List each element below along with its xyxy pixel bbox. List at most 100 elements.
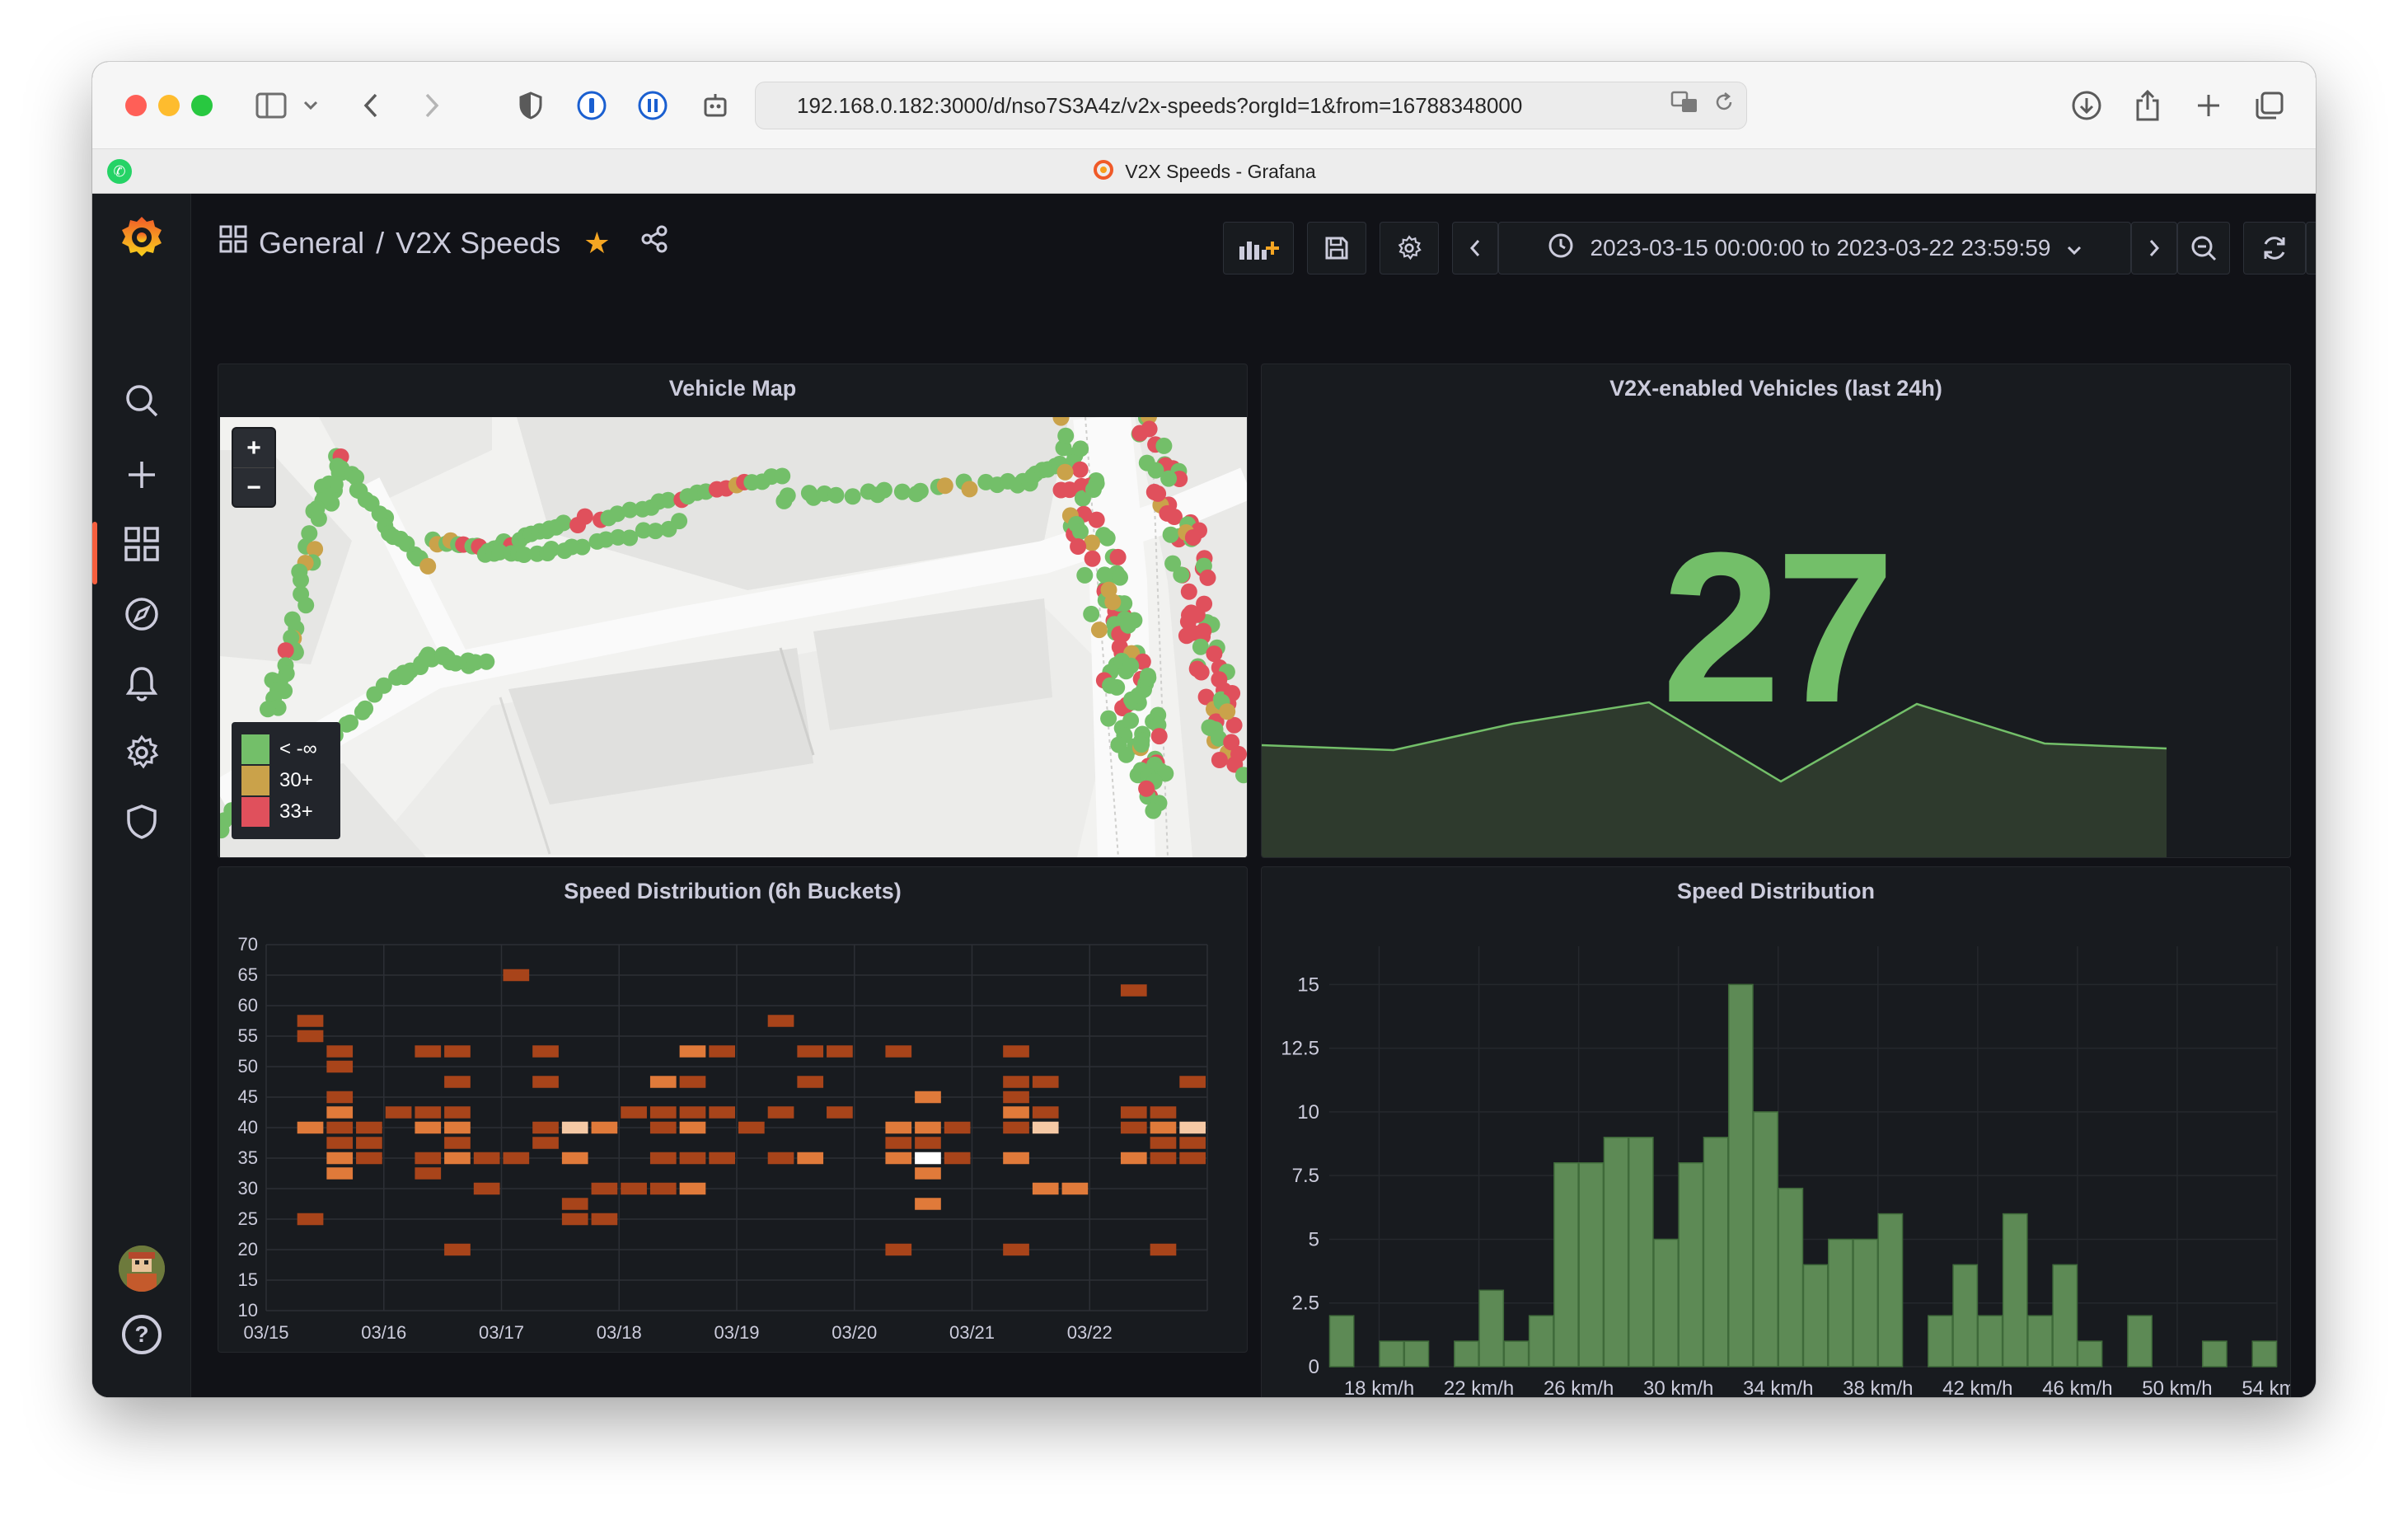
downloads-icon[interactable] bbox=[2068, 85, 2105, 126]
address-bar[interactable]: 192.168.0.182:3000/d/nso7S3A4z/v2x-speed… bbox=[755, 82, 1747, 129]
close-window-button[interactable] bbox=[125, 95, 147, 116]
y-tick-label: 30 bbox=[238, 1178, 258, 1199]
robot-extension-icon[interactable] bbox=[697, 85, 733, 126]
nav-explore-icon[interactable] bbox=[92, 587, 191, 641]
share-dashboard-icon[interactable] bbox=[640, 225, 668, 260]
favorite-star-icon[interactable]: ★ bbox=[583, 226, 610, 260]
time-range-picker[interactable]: 2023-03-15 00:00:00 to 2023-03-22 23:59:… bbox=[1498, 222, 2131, 274]
new-tab-icon[interactable] bbox=[2190, 85, 2227, 126]
time-shift-back-button[interactable] bbox=[1452, 222, 1498, 274]
chevron-down-icon[interactable] bbox=[298, 85, 323, 126]
back-icon[interactable] bbox=[354, 85, 387, 126]
vehicle-marker bbox=[911, 482, 929, 500]
heatmap-chart[interactable]: 10 15 20 25 30 35 40 45 50 55 60 65 70 03/15 03/16 03/1… bbox=[218, 867, 1248, 1353]
x-tick-label: 03/21 bbox=[949, 1322, 995, 1343]
panel-title: Vehicle Map bbox=[668, 376, 797, 401]
tab-overview-icon[interactable] bbox=[2251, 85, 2288, 126]
zoom-window-button[interactable] bbox=[191, 95, 213, 116]
heatmap-cell bbox=[679, 1045, 706, 1058]
breadcrumb-folder[interactable]: General bbox=[259, 226, 364, 260]
map-zoom-in-button[interactable]: + bbox=[233, 429, 274, 468]
heatmap-cell bbox=[738, 1121, 765, 1134]
histogram-bar bbox=[1853, 1238, 1879, 1368]
add-panel-button[interactable] bbox=[1223, 222, 1294, 274]
vehicle-marker bbox=[1072, 440, 1089, 457]
x-tick-label: 18 km/h bbox=[1344, 1377, 1414, 1395]
chevron-down-icon bbox=[2067, 235, 2082, 261]
heatmap-cell bbox=[326, 1091, 354, 1104]
vehicle-marker bbox=[1145, 802, 1162, 819]
minimize-window-button[interactable] bbox=[158, 95, 180, 116]
dashboard-title[interactable]: V2X Speeds bbox=[396, 226, 560, 260]
histogram-bar bbox=[1802, 1264, 1829, 1368]
legend-swatch bbox=[241, 766, 269, 795]
breadcrumb: General / V2X Speeds ★ bbox=[219, 225, 668, 260]
vehicle-marker bbox=[1219, 703, 1236, 720]
heatmap-cell bbox=[649, 1182, 677, 1195]
vehicle-marker bbox=[1192, 664, 1210, 681]
share-icon[interactable] bbox=[2129, 85, 2166, 126]
heatmap-cell bbox=[885, 1152, 912, 1165]
reload-icon[interactable] bbox=[1713, 91, 1735, 120]
speed-histogram-panel[interactable]: Speed Distribution 0 2.5 5 7.5 10 12.5 15 18 km… bbox=[1261, 866, 2291, 1397]
vehicle-map[interactable]: + − < -∞ 30+ 33+ bbox=[218, 408, 1247, 857]
vehicle-marker bbox=[1070, 538, 1087, 555]
histogram-bar bbox=[1603, 1137, 1629, 1368]
refresh-interval-dropdown[interactable] bbox=[2306, 222, 2316, 274]
browser-toolbar: 192.168.0.182:3000/d/nso7S3A4z/v2x-speed… bbox=[92, 62, 2316, 149]
pause-extension-icon[interactable] bbox=[635, 85, 671, 126]
zoom-out-time-button[interactable] bbox=[2177, 222, 2230, 274]
x-tick-label: 34 km/h bbox=[1743, 1377, 1813, 1395]
forward-icon[interactable] bbox=[415, 85, 448, 126]
nav-create-icon[interactable] bbox=[92, 448, 191, 502]
heatmap-cell bbox=[1150, 1137, 1177, 1149]
save-dashboard-button[interactable] bbox=[1307, 222, 1366, 274]
vehicle-marker bbox=[1159, 504, 1176, 522]
x-tick-label: 22 km/h bbox=[1444, 1377, 1514, 1395]
nav-alerting-icon[interactable] bbox=[92, 656, 191, 711]
password-manager-icon[interactable] bbox=[574, 85, 610, 126]
histogram-bar bbox=[1727, 983, 1754, 1368]
help-icon[interactable]: ? bbox=[122, 1315, 162, 1354]
refresh-button[interactable] bbox=[2243, 222, 2306, 274]
x-tick-label: 54 km/h bbox=[2242, 1377, 2291, 1395]
time-shift-forward-button[interactable] bbox=[2131, 222, 2177, 274]
heatmap-cell bbox=[503, 969, 530, 982]
legend-item: 30+ bbox=[241, 765, 330, 796]
nav-dashboards-icon[interactable] bbox=[92, 517, 191, 584]
active-tab[interactable]: V2X Speeds - Grafana bbox=[92, 149, 2316, 194]
speed-heatmap-panel[interactable]: Speed Distribution (6h Buckets) 10 15 20 25… bbox=[218, 866, 1248, 1353]
vehicle-marker bbox=[419, 557, 437, 575]
vehicle-marker bbox=[1096, 566, 1113, 584]
heatmap-cell bbox=[591, 1182, 618, 1195]
x-tick-label: 03/18 bbox=[597, 1322, 642, 1343]
x-tick-label: 03/20 bbox=[832, 1322, 877, 1343]
v2x-vehicles-stat-panel[interactable]: V2X-enabled Vehicles (last 24h) 27 bbox=[1261, 364, 2291, 858]
nav-configuration-icon[interactable] bbox=[92, 725, 191, 780]
heatmap-cell bbox=[915, 1152, 941, 1165]
grafana-logo-icon[interactable] bbox=[117, 212, 166, 261]
heatmap-cell bbox=[915, 1137, 941, 1149]
histogram-chart[interactable]: 0 2.5 5 7.5 10 12.5 15 18 km/h 22 km/h 26 km/h 30 … bbox=[1262, 867, 2291, 1395]
legend-label: 30+ bbox=[279, 769, 313, 791]
x-tick-label: 03/16 bbox=[361, 1322, 406, 1343]
map-zoom-out-button[interactable]: − bbox=[233, 468, 274, 508]
vehicle-marker bbox=[844, 488, 861, 505]
translate-icon[interactable] bbox=[1670, 91, 1698, 120]
user-avatar[interactable] bbox=[119, 1246, 165, 1292]
nav-server-admin-icon[interactable] bbox=[92, 795, 191, 849]
vehicle-marker bbox=[357, 700, 374, 717]
sidebar-toggle-icon[interactable] bbox=[251, 85, 292, 126]
heatmap-cell bbox=[827, 1045, 853, 1058]
vehicle-marker bbox=[961, 481, 978, 498]
heatmap-cell bbox=[503, 1152, 530, 1165]
dashboard-settings-button[interactable] bbox=[1380, 222, 1439, 274]
vehicle-map-panel[interactable]: Vehicle Map + − < -∞ 30+ 33+ bbox=[218, 364, 1248, 858]
nav-search-icon[interactable] bbox=[92, 373, 191, 428]
heatmap-cell bbox=[1032, 1076, 1059, 1088]
heatmap-cell bbox=[679, 1106, 706, 1119]
map-zoom-controls: + − bbox=[232, 427, 276, 508]
time-range-text: 2023-03-15 00:00:00 to 2023-03-22 23:59:… bbox=[1590, 235, 2051, 260]
privacy-shield-icon[interactable] bbox=[513, 85, 549, 126]
map-canvas[interactable] bbox=[218, 408, 1247, 857]
